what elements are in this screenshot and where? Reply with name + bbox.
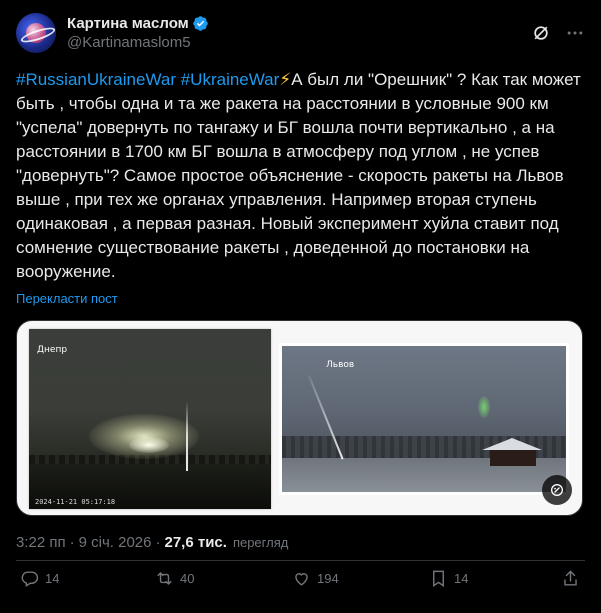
reply-button[interactable]: 14	[20, 569, 59, 588]
author-names: Картина маслом @Kartinamaslom5	[67, 14, 209, 52]
photo-roof	[482, 438, 542, 450]
meta-separator: ·	[155, 534, 161, 551]
photo-label: Днепр	[37, 345, 68, 355]
photo-house	[490, 448, 536, 466]
photo-timestamp: 2024-11-21 05:17:18	[35, 498, 116, 506]
grok-icon[interactable]	[531, 23, 551, 43]
display-name[interactable]: Картина маслом	[67, 14, 189, 33]
photo-lviv[interactable]: Львов	[279, 343, 569, 495]
post-time[interactable]: 3:22 пп	[16, 534, 66, 551]
verified-badge-icon	[193, 16, 208, 31]
share-button[interactable]	[561, 569, 580, 588]
reply-count: 14	[45, 570, 60, 586]
repost-button[interactable]: 40	[155, 569, 194, 588]
photo-label: Львов	[326, 360, 355, 370]
reply-icon	[21, 570, 39, 587]
lightning-emoji: ⚡	[279, 70, 292, 89]
post-date[interactable]: 9 січ. 2026	[79, 534, 152, 551]
post-header: Картина маслом @Kartinamaslom5	[16, 10, 585, 56]
photo-dnipro[interactable]: Днепр 2024-11-21 05:17:18	[29, 329, 271, 509]
bookmark-icon	[433, 570, 444, 587]
repost-count: 40	[180, 570, 195, 586]
like-count: 194	[317, 570, 339, 586]
views-label: перегляд	[232, 535, 289, 550]
name-row: Картина маслом	[67, 14, 209, 33]
media-container[interactable]: Днепр 2024-11-21 05:17:18 Львов	[16, 320, 583, 516]
heart-icon	[295, 572, 308, 586]
avatar[interactable]	[16, 13, 56, 53]
post-meta: 3:22 пп · 9 січ. 2026 · 27,6 тис. перегл…	[16, 534, 585, 551]
more-icon[interactable]	[565, 23, 585, 43]
post: Картина маслом @Kartinamaslom5 #RussianU…	[0, 0, 601, 613]
bookmark-button[interactable]: 14	[429, 569, 468, 588]
views-count: 27,6 тис.	[164, 534, 227, 551]
photo-streak	[186, 401, 188, 471]
author-handle[interactable]: @Kartinamaslom5	[67, 33, 209, 52]
header-actions	[531, 23, 585, 43]
bookmark-count: 14	[454, 570, 469, 586]
share-icon	[564, 570, 577, 586]
edit-image-icon[interactable]	[542, 475, 572, 505]
hashtag-link[interactable]: #RussianUkraineWar	[16, 70, 176, 89]
post-body: А был ли "Орешник" ? Как так может быть …	[16, 70, 581, 281]
photo-green-glow	[478, 396, 490, 418]
like-button[interactable]: 194	[292, 569, 339, 588]
hashtag-link[interactable]: #UkraineWar	[181, 70, 280, 89]
translate-post-link[interactable]: Перекласти пост	[16, 291, 585, 306]
post-text: #RussianUkraineWar #UkraineWar⚡А был ли …	[16, 68, 581, 284]
photo-glow-core	[129, 437, 169, 453]
meta-separator: ·	[69, 534, 75, 551]
divider	[16, 560, 585, 561]
repost-icon	[157, 571, 172, 585]
